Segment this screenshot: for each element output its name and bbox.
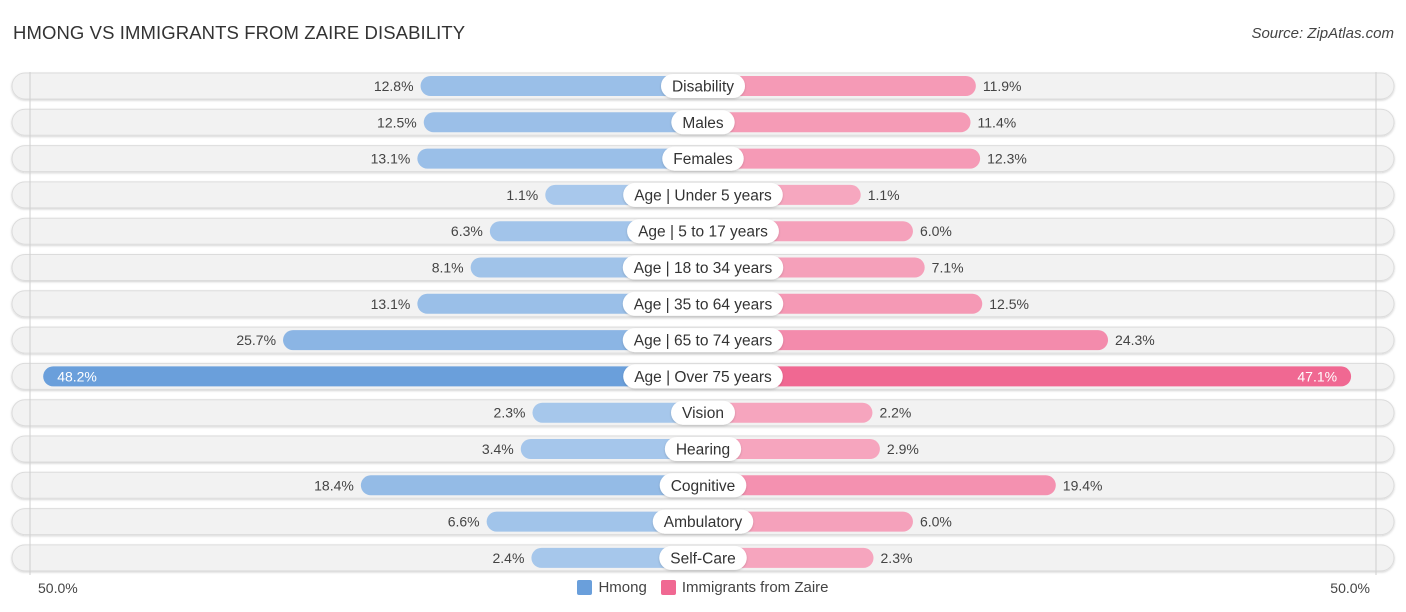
value-label-zaire: 11.9% [983, 78, 1022, 94]
bar-hmong [420, 76, 703, 96]
value-label-hmong: 8.1% [432, 260, 464, 276]
category-label: Age | 35 to 64 years [634, 296, 773, 313]
value-label-zaire: 2.9% [887, 441, 919, 457]
value-label-zaire: 47.1% [1297, 368, 1337, 384]
bar-hmong [360, 475, 703, 496]
bar-hmong [43, 366, 704, 387]
category-label: Age | 18 to 34 years [634, 260, 773, 277]
value-label-zaire: 11.4% [978, 114, 1017, 130]
legend-swatch-zaire [660, 580, 676, 595]
value-label-zaire: 2.2% [879, 405, 911, 421]
value-label-hmong: 6.3% [451, 223, 483, 239]
category-label: Ambulatory [664, 514, 743, 531]
category-label: Cognitive [671, 478, 736, 495]
chart-canvas: 12.8% 11.9% Disability 12.5% 11.4% Males 13.1%… [11, 72, 1395, 575]
value-label-zaire: 1.1% [868, 187, 900, 203]
category-label: Age | Under 5 years [634, 187, 772, 204]
legend-label-zaire: Immigrants from Zaire [681, 579, 829, 596]
value-label-hmong: 18.4% [314, 477, 354, 493]
value-label-hmong: 13.1% [371, 296, 411, 312]
value-label-zaire: 12.3% [987, 151, 1027, 167]
legend-label-hmong: Hmong [598, 579, 647, 596]
value-label-hmong: 12.8% [374, 78, 414, 94]
bar-zaire [703, 148, 981, 169]
value-label-hmong: 25.7% [236, 332, 276, 348]
value-label-zaire: 2.3% [881, 550, 913, 566]
value-label-zaire: 12.5% [989, 296, 1029, 312]
value-label-zaire: 7.1% [932, 260, 964, 276]
value-label-hmong: 2.4% [492, 550, 524, 566]
value-label-hmong: 6.6% [448, 514, 480, 530]
category-label: Age | 5 to 17 years [638, 224, 768, 241]
bar-hmong [417, 148, 703, 169]
category-label: Disability [672, 79, 734, 96]
value-label-hmong: 12.5% [377, 114, 417, 130]
value-label-hmong: 48.2% [57, 368, 97, 384]
bar-zaire [703, 112, 971, 133]
value-label-zaire: 24.3% [1115, 332, 1155, 348]
category-label: Hearing [676, 442, 730, 459]
value-label-hmong: 13.1% [371, 151, 411, 167]
value-label-zaire: 6.0% [920, 514, 952, 530]
bar-hmong [423, 112, 703, 133]
bar-zaire [703, 366, 1352, 387]
legend-item-hmong[interactable]: Hmong [577, 579, 647, 596]
category-label: Age | Over 75 years [634, 369, 772, 386]
category-label: Females [673, 151, 733, 168]
value-label-zaire: 19.4% [1063, 477, 1103, 493]
legend: Hmong Immigrants from Zaire [0, 579, 1406, 596]
category-label: Males [682, 115, 724, 132]
category-label: Vision [682, 405, 724, 422]
value-label-hmong: 2.3% [494, 405, 526, 421]
category-label: Age | 65 to 74 years [634, 333, 773, 350]
category-label: Self-Care [670, 550, 735, 567]
value-label-hmong: 3.4% [482, 441, 514, 457]
value-label-zaire: 6.0% [920, 223, 952, 239]
legend-swatch-hmong [577, 580, 593, 595]
value-label-hmong: 1.1% [506, 187, 538, 203]
bar-zaire [703, 475, 1056, 496]
legend-item-zaire[interactable]: Immigrants from Zaire [660, 579, 829, 596]
